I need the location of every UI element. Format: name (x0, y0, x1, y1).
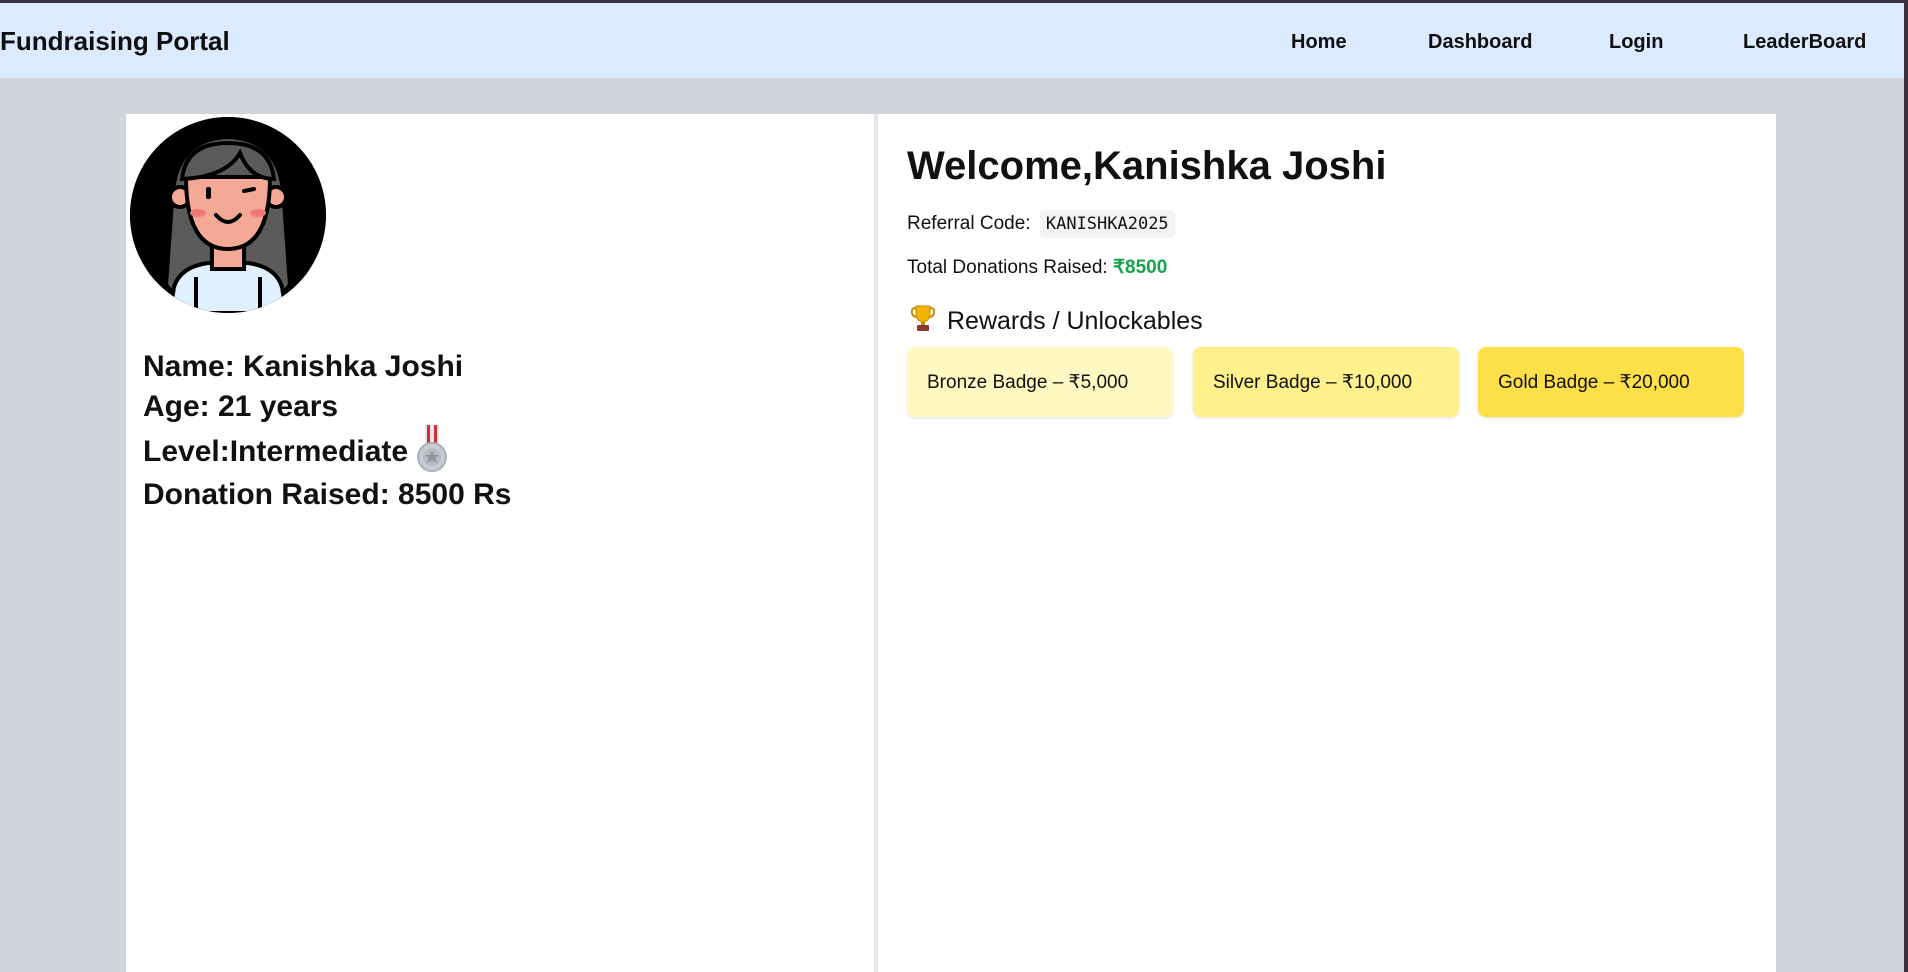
rewards-title-text: Rewards / Unlockables (947, 307, 1203, 335)
profile-name: Name: Kanishka Joshi (143, 350, 464, 383)
total-donations-amount: ₹8500 (1112, 257, 1168, 278)
welcome-heading: Welcome,Kanishka Joshi (907, 144, 1387, 188)
profile-level: Level:Intermediate (143, 425, 450, 481)
profile-level-text: Level:Intermediate (143, 434, 409, 468)
referral-label: Referral Code: (907, 213, 1031, 234)
nav-leaderboard-link[interactable]: LeaderBoard (1743, 31, 1866, 54)
bronze-badge-card[interactable]: Bronze Badge – ₹5,000 (907, 347, 1173, 417)
referral-row: Referral Code: KANISHKA2025 (907, 210, 1175, 238)
navbar: Fundraising Portal Home Dashboard Login … (0, 3, 1904, 78)
trophy-icon (910, 304, 936, 339)
profile-age: Age: 21 years (143, 390, 339, 423)
avatar (130, 117, 326, 313)
dashboard-panel (878, 114, 1776, 972)
referral-code: KANISHKA2025 (1039, 210, 1175, 238)
silver-badge-card[interactable]: Silver Badge – ₹10,000 (1193, 347, 1459, 417)
total-donations-row: Total Donations Raised: ₹8500 (907, 256, 1167, 279)
profile-donation: Donation Raised: 8500 Rs (143, 478, 512, 511)
nav-dashboard-link[interactable]: Dashboard (1428, 31, 1532, 54)
window-right-border (1904, 0, 1908, 972)
rewards-heading: Rewards / Unlockables (910, 304, 1203, 339)
silver-medal-icon (414, 425, 450, 481)
nav-login-link[interactable]: Login (1609, 31, 1663, 54)
nav-home-link[interactable]: Home (1291, 31, 1347, 54)
girl-avatar-icon (130, 117, 326, 313)
total-donations-label: Total Donations Raised: (907, 257, 1108, 278)
brand-title[interactable]: Fundraising Portal (0, 26, 230, 57)
gold-badge-card[interactable]: Gold Badge – ₹20,000 (1478, 347, 1744, 417)
